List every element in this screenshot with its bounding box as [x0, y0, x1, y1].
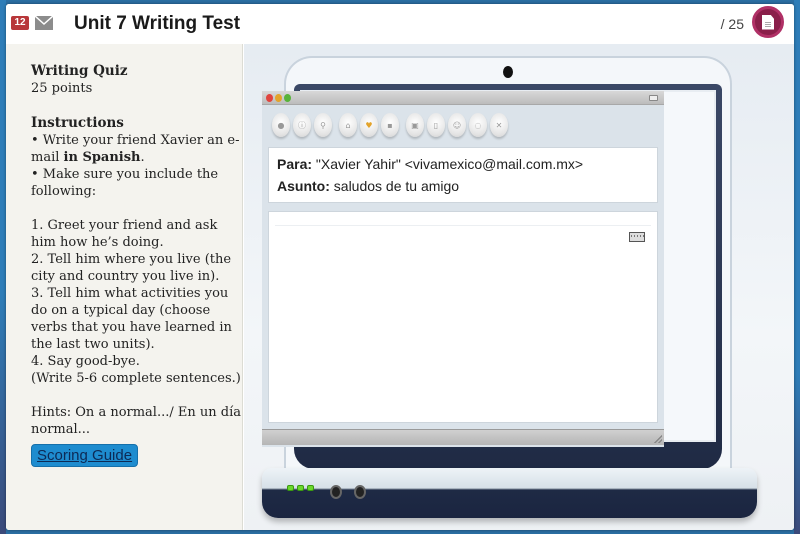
instructions-panel: Writing Quiz 25 points Instructions • Wr… [6, 44, 243, 530]
window-frame-right [794, 0, 800, 534]
contact-icon[interactable]: ☺ [448, 113, 466, 137]
scoring-guide-button[interactable]: Scoring Guide [31, 444, 139, 467]
info-icon[interactable]: ⓘ [293, 113, 311, 137]
favorite-icon[interactable]: ♥ [360, 113, 378, 137]
instruction-item-2: 2. Tell him where you live (the city and… [31, 252, 232, 284]
laptop-base [262, 468, 757, 518]
body-divider [275, 225, 651, 226]
audio-jack-icon [330, 485, 342, 499]
instructions-heading: Instructions [31, 115, 124, 131]
subject-value: saludos de tu amigo [333, 178, 460, 194]
chat-icon[interactable]: ◌ [469, 113, 487, 137]
instruction-item-1: 1. Greet your friend and ask him how he’… [31, 218, 218, 250]
resize-grip-icon[interactable] [654, 435, 662, 443]
led-indicator [287, 485, 294, 491]
instruction-item-3: 3. Tell him what activities you do on a … [31, 286, 232, 352]
to-value: "Xavier Yahir" <vivamexico@mail.com.mx> [315, 156, 584, 172]
quiz-title: Writing Quiz [31, 63, 128, 79]
zoom-dot[interactable] [284, 94, 291, 102]
to-label: Para: [277, 156, 313, 172]
webcam-icon [503, 66, 513, 78]
window-resize-icon[interactable] [649, 95, 658, 101]
close-dot[interactable] [266, 94, 273, 102]
hints-text: Hints: On a normal.../ En un día normal.… [31, 405, 241, 437]
reply-icon[interactable]: ● [272, 113, 290, 137]
save-icon[interactable]: ▪ [381, 113, 399, 137]
minimize-dot[interactable] [275, 94, 282, 102]
notification-badge[interactable]: 12 [11, 16, 29, 30]
score-display: / 25 [720, 16, 744, 32]
keyboard-icon[interactable] [629, 232, 645, 242]
instruction-bullet-1: • Write your friend Xavier an e-mail in … [31, 132, 242, 166]
trash-icon[interactable]: ▯ [427, 113, 445, 137]
page-title: Unit 7 Writing Test [74, 13, 241, 34]
home-icon[interactable]: ⌂ [339, 113, 357, 137]
email-toolbar: ● ⓘ ⚲ ⌂ ♥ ▪ ▣ ▯ ☺ ◌ ✕ [272, 113, 508, 143]
laptop-email-area: ● ⓘ ⚲ ⌂ ♥ ▪ ▣ ▯ ☺ ◌ ✕ Para: "Xavier Yahi… [244, 44, 794, 530]
to-field: Para: "Xavier Yahir" <vivamexico@mail.co… [277, 153, 649, 175]
document-button[interactable] [752, 6, 784, 38]
subject-label: Asunto: [277, 178, 330, 194]
email-header-fields: Para: "Xavier Yahir" <vivamexico@mail.co… [268, 147, 658, 203]
email-window: ● ⓘ ⚲ ⌂ ♥ ▪ ▣ ▯ ☺ ◌ ✕ Para: "Xavier Yahi… [262, 91, 664, 447]
instruction-bullet-2: • Make sure you include the following: [31, 167, 219, 199]
calendar-icon[interactable]: ▣ [406, 113, 424, 137]
bullet-suffix: . [140, 150, 145, 165]
audio-jack-icon [354, 485, 366, 499]
header: 12 Unit 7 Writing Test / 25 [6, 4, 794, 44]
envelope-icon[interactable] [35, 16, 53, 30]
document-icon [762, 14, 774, 30]
bullet-emphasis: in Spanish [63, 150, 141, 165]
subject-field: Asunto: saludos de tu amigo [277, 175, 649, 197]
window-titlebar [262, 91, 664, 105]
led-indicator [307, 485, 314, 491]
email-body-input[interactable] [268, 211, 658, 423]
led-indicator [297, 485, 304, 491]
window-statusbar [262, 429, 664, 445]
points-label: 25 points [31, 81, 93, 96]
instruction-item-4: 4. Say good-bye. [31, 354, 140, 369]
search-icon[interactable]: ⚲ [314, 113, 332, 137]
sentence-note: (Write 5-6 complete sentences.) [31, 371, 241, 386]
close-icon[interactable]: ✕ [490, 113, 508, 137]
test-app: 12 Unit 7 Writing Test / 25 Writing Quiz… [6, 4, 794, 530]
